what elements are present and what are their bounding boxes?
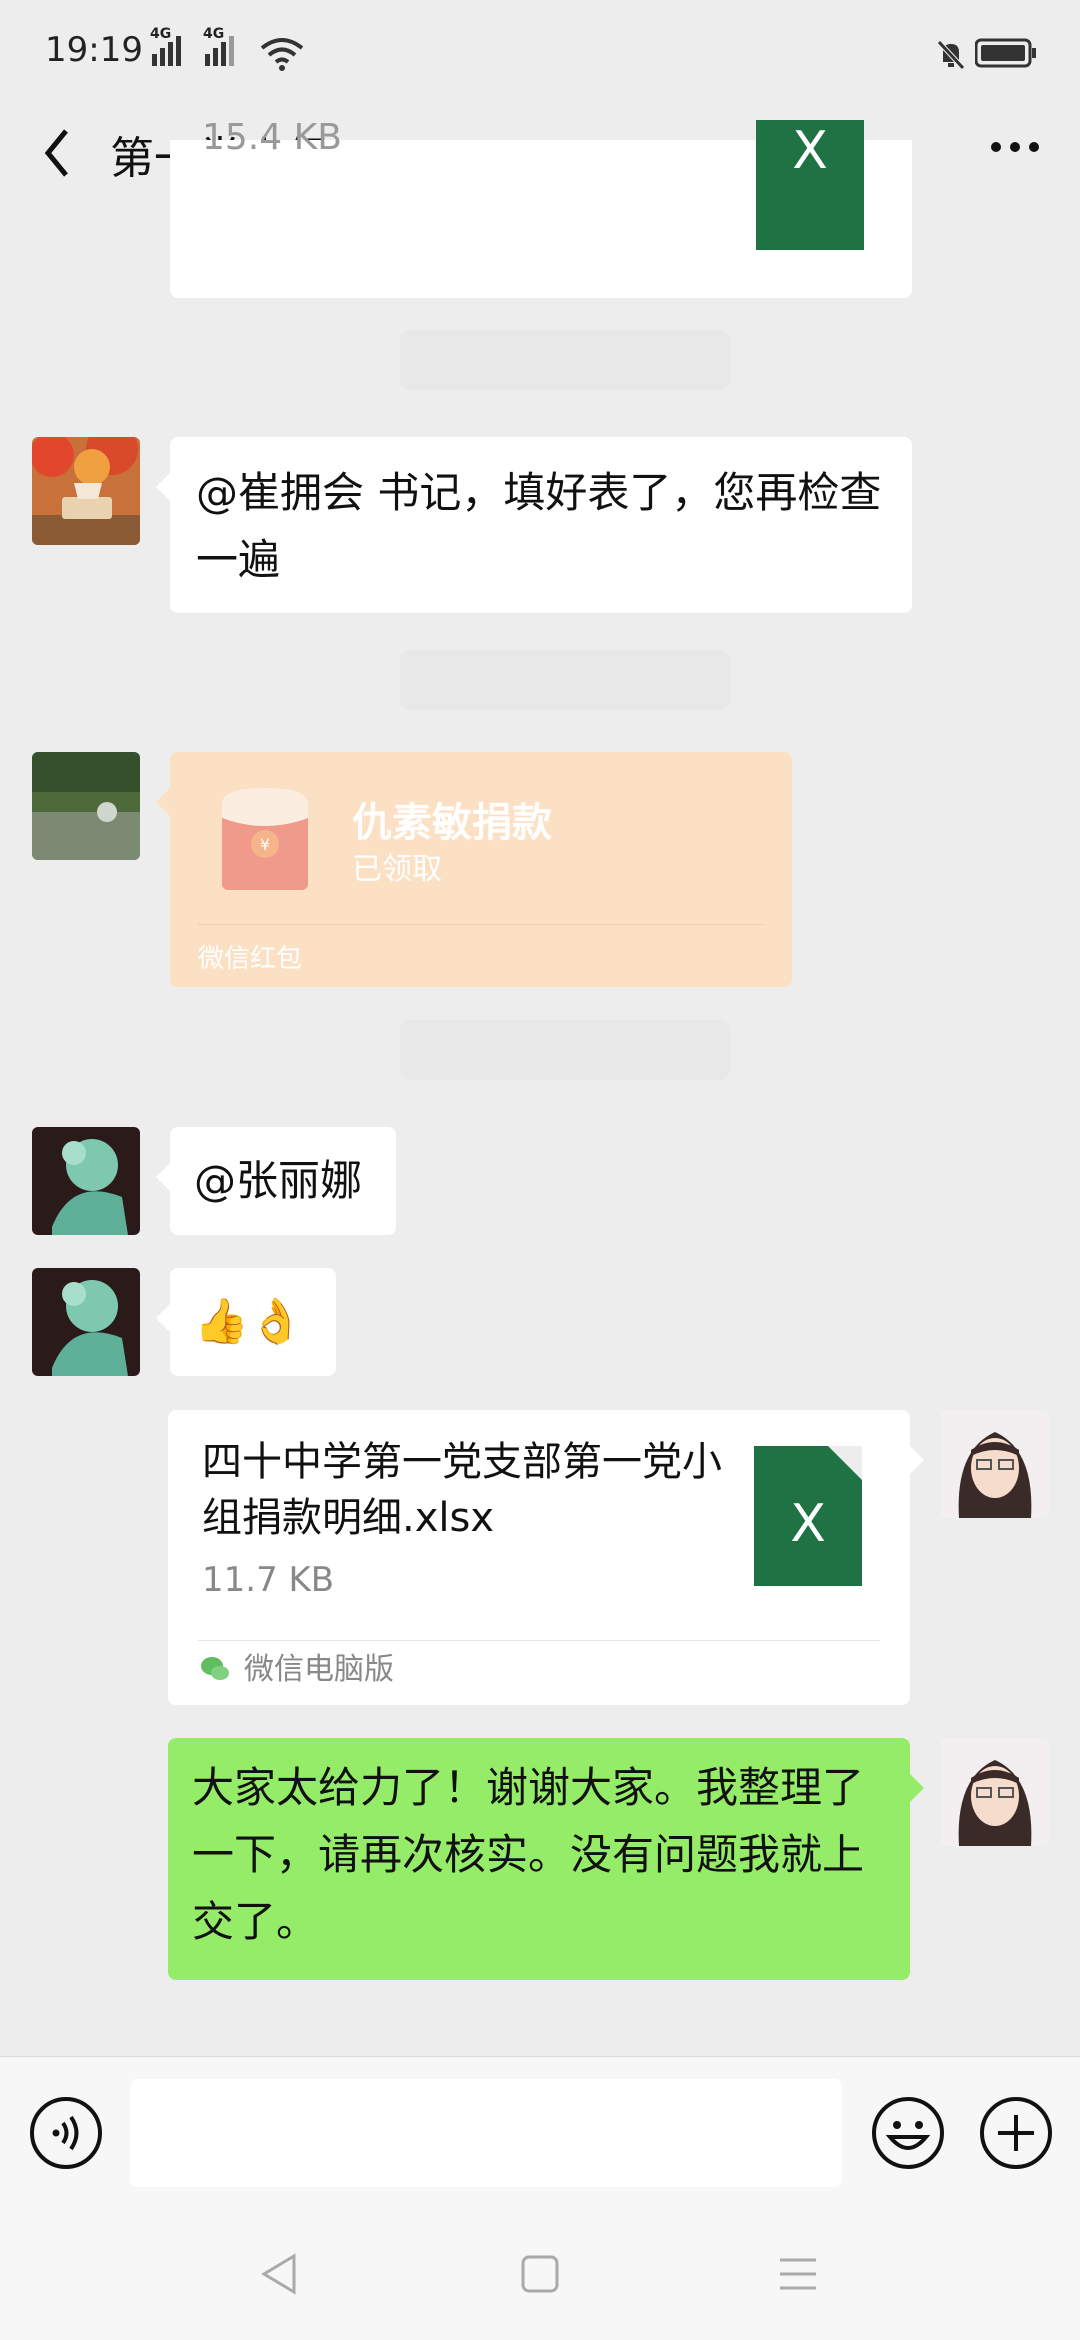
message-bubble-self[interactable]: 大家太给力了！谢谢大家。我整理了一下，请再次核实。没有问题我就上交了。 [168, 1738, 924, 1980]
red-packet-divider [198, 924, 764, 925]
status-bar: 19:19 4G 4G [0, 0, 1080, 100]
emoji-icon[interactable] [870, 2095, 946, 2171]
file-size: 11.7 KB [202, 1560, 335, 1600]
nav-menu-icon[interactable] [778, 2256, 818, 2292]
avatar-autumn-tea[interactable] [32, 437, 140, 545]
nav-back-icon[interactable] [258, 2252, 300, 2296]
message-text-1: @崔拥会 书记，填好表了，您再检查一遍 [196, 468, 882, 584]
wifi-icon [260, 38, 304, 71]
message-text-self: 大家太给力了！谢谢大家。我整理了一下，请再次核实。没有问题我就上交了。 [192, 1763, 865, 1946]
excel-icon: X [754, 1446, 862, 1586]
file-message-top[interactable]: 15.4 KB X [170, 117, 912, 298]
file-source: 微信电脑版 [244, 1652, 394, 1687]
system-nav-bar [0, 2210, 1080, 2340]
avatar-green-figure[interactable] [32, 1127, 140, 1235]
file-size-top: 15.4 KB [202, 117, 342, 158]
file-message-card[interactable]: 四十中学第一党支部第一党小组捐款明细.xlsx 11.7 KB X 微信电脑版 [168, 1410, 924, 1705]
plus-icon[interactable] [978, 2095, 1054, 2171]
battery-icon [975, 38, 1036, 68]
avatar-river-scene[interactable] [32, 752, 140, 860]
timestamp-blur-2 [400, 650, 730, 710]
excel-icon-top: X [756, 120, 864, 250]
message-bubble-1[interactable]: @崔拥会 书记，填好表了，您再检查一遍 [156, 437, 912, 613]
timestamp-blur-1 [400, 330, 730, 390]
red-packet-title: 仇素敏捐款 [352, 800, 552, 846]
more-options-icon[interactable] [990, 140, 1040, 154]
message-bubble-3[interactable]: 👍👌 [156, 1268, 336, 1376]
nav-home-icon[interactable] [520, 2254, 560, 2294]
avatar-self[interactable] [941, 1410, 1049, 1518]
emoji-thumbs-ok: 👍👌 [194, 1296, 304, 1347]
red-packet-status: 已领取 [352, 852, 442, 887]
file-name: 四十中学第一党支部第一党小组捐款明细.xlsx [202, 1439, 722, 1541]
message-input[interactable] [130, 2079, 842, 2187]
red-packet-card[interactable]: ¥ 仇素敏捐款 已领取 微信红包 [156, 752, 792, 987]
avatar-green-figure-2[interactable] [32, 1268, 140, 1376]
svg-text:¥: ¥ [260, 835, 270, 854]
red-envelope-icon: ¥ [222, 788, 308, 890]
voice-input-icon[interactable] [28, 2095, 104, 2171]
file-divider [198, 1640, 880, 1641]
status-time: 19:19 [45, 30, 143, 70]
avatar-self-2[interactable] [941, 1738, 1049, 1846]
wechat-pc-icon [201, 1657, 229, 1680]
red-packet-footer: 微信红包 [198, 944, 303, 974]
message-text-2: @张丽娜 [194, 1156, 363, 1205]
timestamp-blur-3 [400, 1020, 730, 1080]
input-bar [0, 2056, 1080, 2211]
back-arrow-icon[interactable] [38, 125, 78, 181]
message-bubble-2[interactable]: @张丽娜 [156, 1127, 396, 1235]
mute-icon [937, 40, 965, 70]
